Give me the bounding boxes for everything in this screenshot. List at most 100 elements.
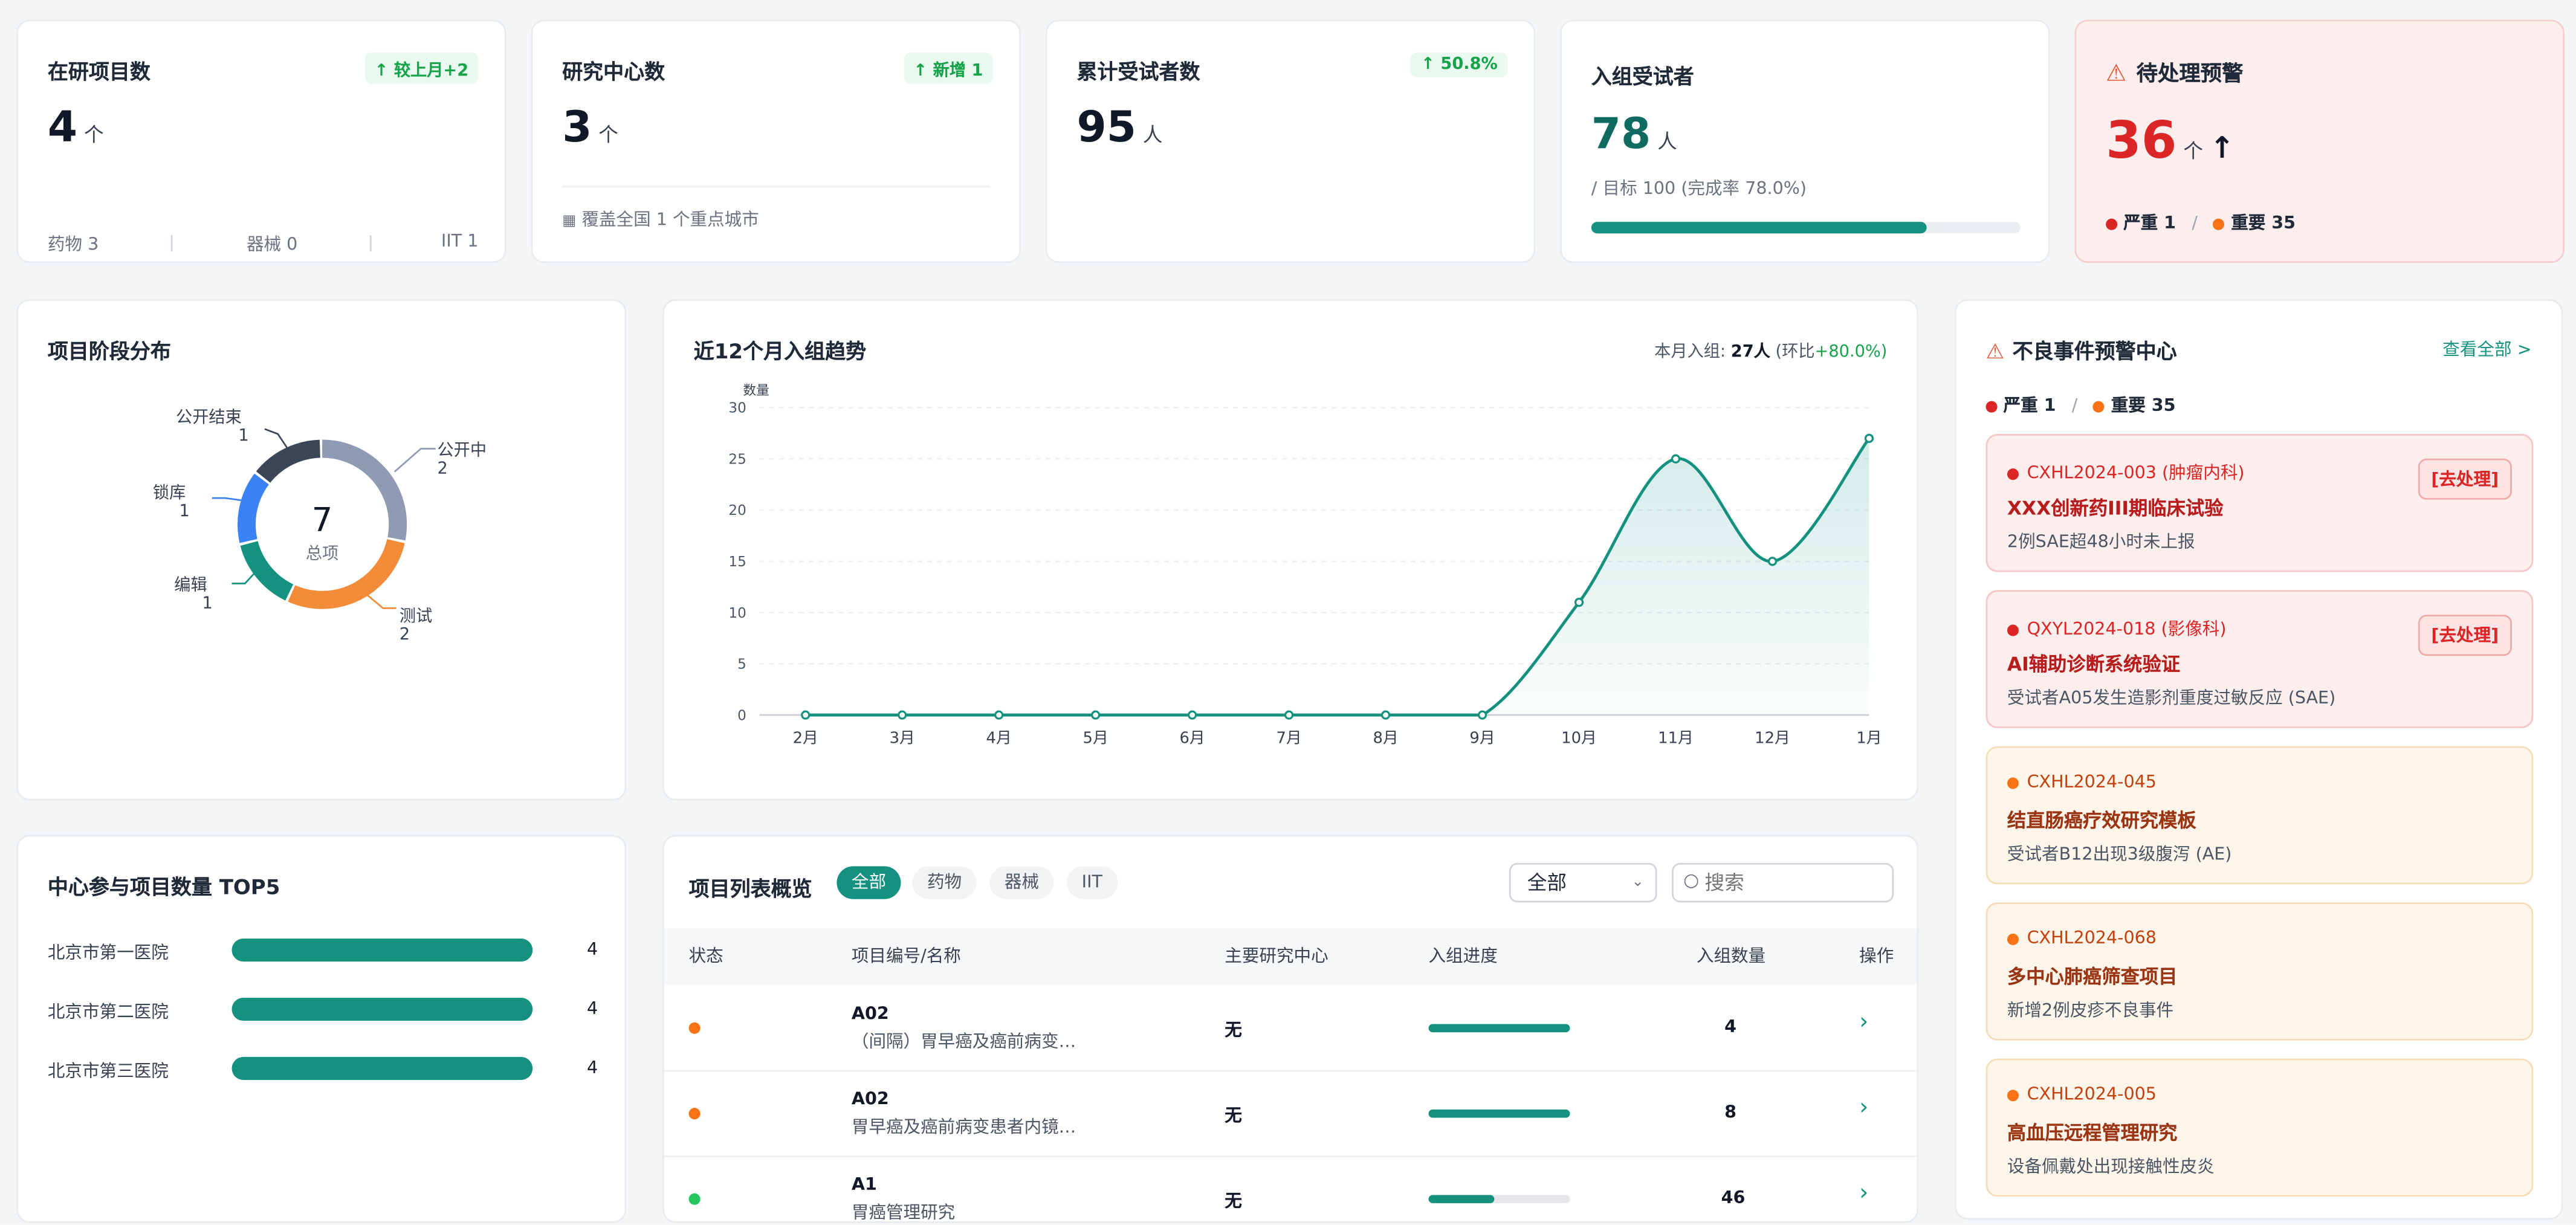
kpi-card-projects: 在研项目数 ↑ 较上月+2 4个 药物 3 器械 0 IIT 1: [16, 19, 506, 263]
col-action: 操作: [1859, 946, 1894, 967]
warning-legend: 严重 1 / 重要 35: [1985, 393, 2176, 418]
center-name: 北京市第二医院: [47, 1003, 169, 1023]
table-row[interactable]: A02 （间隔）胃早癌及癌前病变… 无 4 ›: [664, 984, 1917, 1072]
kpi-title: 累计受试者数: [1076, 59, 1200, 84]
important-dot: [2093, 400, 2105, 412]
alert-title: 待处理预警: [2136, 62, 2244, 88]
alert-item[interactable]: QXYL2024-018 (影像科) AI辅助诊断系统验证 受试者A05发生造影…: [1985, 590, 2534, 728]
severity-dot: [2007, 932, 2019, 945]
row-progress-fill: [1428, 1024, 1570, 1033]
enroll-count: 46: [1721, 1188, 1746, 1209]
handle-button[interactable]: [去处理]: [2418, 615, 2512, 656]
breakdown-iit: IIT 1: [441, 231, 479, 252]
alert-item[interactable]: CXHL2024-003 (肿瘤内科) XXX创新药III期临床试验 2例SAE…: [1985, 434, 2534, 572]
filter-chip-iit[interactable]: IIT: [1067, 866, 1118, 899]
label-test-value: 2: [400, 625, 410, 644]
important-label: 重要 35: [2231, 213, 2296, 234]
status-select[interactable]: 全部 ⌄: [1509, 862, 1657, 903]
severity-dot: [2007, 777, 2019, 789]
center-count: 4: [586, 940, 598, 960]
row-progress-track: [1428, 1109, 1570, 1118]
alert-item[interactable]: CXHL2024-005 高血压远程管理研究 设备佩戴处出现接触性皮炎: [1985, 1058, 2534, 1197]
trend-point: [1767, 557, 1778, 566]
kpi-card-alerts[interactable]: ⚠ 待处理预警 36 个 ↑ 严重 1 / 重要 35: [2074, 19, 2565, 263]
kpi-trend-badge: ↑ 新增 1: [904, 53, 993, 84]
trend-x-labels: 2月 3月 4月 5月 6月 7月 8月 9月 10月 11月 12月 1月: [793, 729, 1882, 747]
status-dot: [688, 1193, 701, 1205]
alert-value: 36 个 ↑: [2106, 112, 2235, 171]
enroll-count: 4: [1724, 1017, 1737, 1038]
summary-prefix: 本月入组:: [1654, 343, 1726, 362]
breakdown-device: 器械 0: [246, 234, 298, 255]
label-edit-value: 1: [202, 593, 213, 612]
breakdown-drug: 药物 3: [47, 234, 99, 255]
row-progress-track: [1428, 1195, 1570, 1203]
filter-chip-drug[interactable]: 药物: [912, 866, 977, 899]
label-edit: 编辑: [174, 575, 207, 594]
phase-donut-chart: 7 总项 公开中 2 测试 2 编辑 1 锁库 1 公开结束 1: [153, 408, 487, 644]
building-icon: ▦: [562, 213, 577, 230]
alert-code: CXHL2024-068: [2007, 928, 2157, 949]
kpi-title: 研究中心数: [562, 59, 665, 84]
trend-point: [898, 710, 907, 720]
project-name: （间隔）胃早癌及癌前病变…: [851, 1032, 1076, 1052]
alert-item[interactable]: CXHL2024-045 结直肠癌疗效研究模板 受试者B12出现3级腹泻 (AE…: [1985, 746, 2534, 885]
enroll-count: 8: [1724, 1103, 1737, 1123]
x-tick-label: 9月: [1469, 729, 1495, 747]
search-input[interactable]: [1704, 868, 1878, 898]
alert-count: 36: [2106, 111, 2177, 171]
filter-chip-all[interactable]: 全部: [837, 866, 901, 899]
row-detail-chevron-icon[interactable]: ›: [1859, 1094, 1868, 1121]
alert-item[interactable]: CXHL2024-068 多中心肺癌筛查项目 新增2例皮疹不良事件: [1985, 902, 2534, 1041]
kpi-unit: 个: [83, 123, 104, 147]
label-end-value: 1: [238, 426, 248, 445]
col-count: 入组数量: [1696, 946, 1766, 967]
table-row[interactable]: A1 胃癌管理研究 无 46 ›: [664, 1156, 1917, 1223]
alert-unit: 个: [2183, 140, 2204, 163]
label-lock: 锁库: [153, 483, 186, 502]
kpi-title: 在研项目数: [47, 59, 150, 84]
kpi-trend-badge: ↑ 50.8%: [1411, 53, 1508, 77]
kpi-number: 95: [1076, 103, 1136, 153]
severity-dot: [2007, 467, 2019, 479]
alert-project-name: 多中心肺癌筛查项目: [2007, 965, 2178, 988]
enroll-target: / 目标 100 (完成率 78.0%): [1591, 179, 1807, 199]
main-center: 无: [1225, 1021, 1242, 1041]
main-center: 无: [1225, 1191, 1242, 1212]
handle-button[interactable]: [去处理]: [2418, 458, 2512, 500]
alert-code-text: CXHL2024-005: [2027, 1085, 2157, 1105]
y-tick-label: 25: [728, 451, 746, 467]
leader-line-open: [393, 448, 436, 473]
project-name: 胃癌管理研究: [851, 1203, 956, 1223]
severe-label: 严重 1: [2003, 396, 2056, 416]
center-bar: [231, 1056, 533, 1080]
trend-point: [1574, 598, 1584, 607]
row-detail-chevron-icon[interactable]: ›: [1859, 1009, 1868, 1036]
table-row[interactable]: A02 胃早癌及癌前病变患者内镜… 无 8 ›: [664, 1070, 1917, 1157]
alert-code-text: CXHL2024-068: [2027, 928, 2157, 949]
row-detail-chevron-icon[interactable]: ›: [1859, 1180, 1868, 1207]
x-tick-label: 1月: [1856, 729, 1882, 747]
trend-area-chart: 数量 0 5 10 15 20 25 30 2月 3月 4月 5月 6月 7月 8月 9月 10月 11月 12…: [728, 383, 1882, 748]
chevron-down-icon: ⌄: [1631, 874, 1644, 891]
summary-ratio-prefix: (环比: [1775, 343, 1815, 362]
adverse-event-center: ⚠ 不良事件预警中心 查看全部 > 严重 1 / 重要 35 CXHL2024-0…: [1954, 299, 2563, 1220]
row-progress-track: [1428, 1024, 1570, 1033]
status-dot: [688, 1022, 701, 1034]
search-box[interactable]: ○: [1672, 862, 1894, 903]
col-progress: 入组进度: [1428, 946, 1498, 967]
kpi-number: 3: [562, 103, 592, 153]
center-name: 北京市第一医院: [47, 943, 169, 963]
section-title: 项目列表概览: [688, 876, 812, 901]
center-bar: [231, 939, 533, 962]
kpi-value: 3个: [562, 103, 618, 153]
view-all-link[interactable]: 查看全部 >: [2442, 337, 2531, 362]
filter-chip-device[interactable]: 器械: [989, 866, 1054, 899]
alert-code: CXHL2024-003 (肿瘤内科): [2007, 461, 2245, 485]
alert-title-row: ⚠ 待处理预警: [2106, 56, 2244, 88]
col-center: 主要研究中心: [1225, 946, 1328, 967]
trend-point: [994, 710, 1004, 720]
section-title: 项目阶段分布: [47, 338, 171, 364]
alert-code: CXHL2024-045: [2007, 772, 2157, 792]
alert-legend: 严重 1 / 重要 35: [2106, 210, 2296, 235]
